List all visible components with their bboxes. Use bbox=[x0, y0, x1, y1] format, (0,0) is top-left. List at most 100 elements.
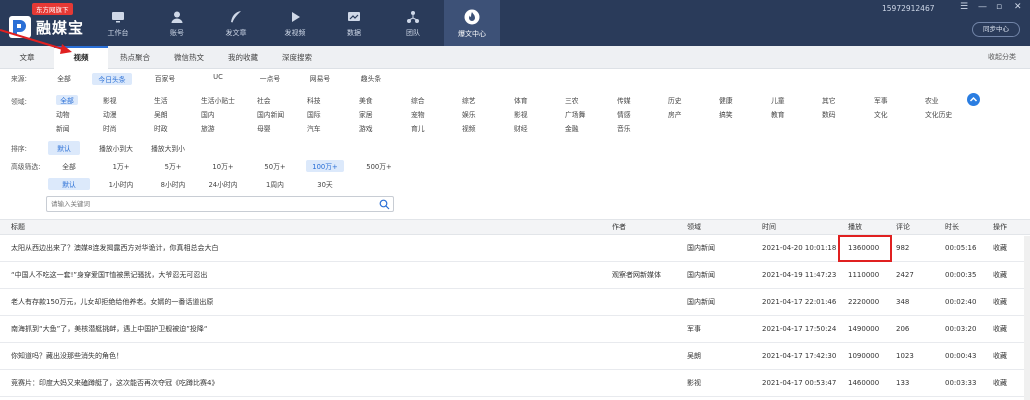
domain-option[interactable]: 动漫 bbox=[103, 109, 145, 119]
collapse-categories-button[interactable]: 收起分类 bbox=[988, 46, 1016, 69]
domain-option[interactable]: 影视 bbox=[103, 95, 145, 105]
table-row[interactable]: 你知道吗？藏出没那些消失的角色！ 吴朗 2021-04-17 17:42:30 109… bbox=[0, 343, 1030, 370]
nav-team[interactable]: 团队 bbox=[385, 0, 441, 46]
source-option[interactable]: 百家号 bbox=[150, 73, 180, 83]
col-author[interactable]: 作者 bbox=[612, 220, 626, 235]
row-title[interactable]: “中国人不吃这一套!”身穿爱国T恤被黑记骚扰，大爷忍无可忍出 bbox=[11, 262, 207, 288]
row-title[interactable]: 太阳从西边出来了？澳媒8连发揭露西方对华诡计，你真相总会大白 bbox=[11, 235, 218, 261]
scrollbar[interactable] bbox=[1024, 236, 1030, 400]
time-option[interactable]: 默认 bbox=[48, 178, 90, 190]
domain-option[interactable]: 生活 bbox=[154, 95, 196, 105]
favorite-button[interactable]: 收藏 bbox=[993, 262, 1007, 288]
col-comments[interactable]: 评论 bbox=[896, 220, 910, 235]
domain-option[interactable]: 吴朗 bbox=[154, 109, 196, 119]
domain-option[interactable]: 育儿 bbox=[411, 123, 453, 133]
favorite-button[interactable]: 收藏 bbox=[993, 370, 1007, 396]
domain-option[interactable]: 影视 bbox=[514, 109, 556, 119]
user-phone[interactable]: 15972912467 bbox=[882, 4, 935, 13]
domain-option[interactable]: 娱乐 bbox=[462, 109, 504, 119]
maximize-icon[interactable]: ▫ bbox=[996, 2, 1002, 12]
time-option[interactable]: 8小时内 bbox=[152, 178, 194, 190]
domain-option[interactable]: 国际 bbox=[307, 109, 349, 119]
row-title[interactable]: 南海抓到“大鱼”了，美核潜艇挑衅，遇上中国护卫舰被迫”投降“ bbox=[11, 316, 208, 342]
domain-option[interactable]: 农业 bbox=[925, 95, 967, 105]
domain-option[interactable]: 动物 bbox=[56, 109, 98, 119]
favorite-button[interactable]: 收藏 bbox=[993, 235, 1007, 261]
domain-option[interactable]: 游戏 bbox=[359, 123, 401, 133]
col-plays[interactable]: 播放 bbox=[848, 220, 862, 235]
tab-hot-aggregate[interactable]: 热点聚合 bbox=[108, 46, 162, 69]
domain-option[interactable]: 旅游 bbox=[201, 123, 243, 133]
close-icon[interactable]: ✕ bbox=[1014, 2, 1022, 12]
nav-workbench[interactable]: 工作台 bbox=[90, 0, 146, 46]
source-option[interactable]: 趣头条 bbox=[356, 73, 386, 83]
nav-publish-video[interactable]: 发视频 bbox=[267, 0, 323, 46]
source-option[interactable]: 网易号 bbox=[305, 73, 335, 83]
plays-option[interactable]: 10万+ bbox=[204, 160, 242, 172]
plays-option[interactable]: 50万+ bbox=[256, 160, 294, 172]
tab-deep-search[interactable]: 深度搜索 bbox=[270, 46, 324, 69]
domain-option[interactable]: 国内新闻 bbox=[257, 109, 299, 119]
minimize-icon[interactable]: — bbox=[978, 2, 987, 12]
nav-publish-article[interactable]: 发文章 bbox=[208, 0, 264, 46]
favorite-button[interactable]: 收藏 bbox=[993, 289, 1007, 315]
time-option[interactable]: 1小时内 bbox=[100, 178, 142, 190]
tab-video[interactable]: 视频 bbox=[54, 46, 108, 69]
favorite-button[interactable]: 收藏 bbox=[993, 316, 1007, 342]
nav-accounts[interactable]: 账号 bbox=[149, 0, 205, 46]
domain-option[interactable]: 教育 bbox=[771, 109, 813, 119]
domain-option[interactable]: 全部 bbox=[56, 95, 78, 105]
tab-article[interactable]: 文章 bbox=[0, 46, 54, 69]
table-row[interactable]: 竞赛片：印度大妈又来磕蹲艇了，这次能否再次夺冠《吃蹲比赛4》 影视 2021-04-… bbox=[0, 370, 1030, 397]
search-input[interactable] bbox=[51, 198, 371, 210]
domain-option[interactable]: 音乐 bbox=[617, 123, 659, 133]
tab-wechat-hot[interactable]: 微信热文 bbox=[162, 46, 216, 69]
domain-option[interactable]: 体育 bbox=[514, 95, 556, 105]
domain-option[interactable]: 综合 bbox=[411, 95, 453, 105]
table-row[interactable]: “中国人不吃这一套!”身穿爱国T恤被黑记骚扰，大爷忍无可忍出 观察者网新媒体 国内新… bbox=[0, 262, 1030, 289]
menu-icon[interactable]: ☰ bbox=[960, 2, 968, 12]
sort-option[interactable]: 默认 bbox=[48, 141, 80, 155]
source-option[interactable]: 一点号 bbox=[255, 73, 285, 83]
plays-option[interactable]: 1万+ bbox=[102, 160, 140, 172]
domain-option[interactable]: 科技 bbox=[307, 95, 349, 105]
table-row[interactable]: 老人有存款150万元，儿女却拒绝给他养老。女婿的一番话道出原 国内新闻 2021-0… bbox=[0, 289, 1030, 316]
domain-option[interactable]: 情感 bbox=[617, 109, 659, 119]
row-title[interactable]: 你知道吗？藏出没那些消失的角色！ bbox=[11, 343, 123, 369]
time-option[interactable]: 1周内 bbox=[254, 178, 296, 190]
domain-option[interactable]: 儿童 bbox=[771, 95, 813, 105]
domain-option[interactable]: 宠物 bbox=[411, 109, 453, 119]
domain-option[interactable]: 财经 bbox=[514, 123, 556, 133]
plays-option[interactable]: 5万+ bbox=[154, 160, 192, 172]
domain-option[interactable]: 美食 bbox=[359, 95, 401, 105]
domain-option[interactable]: 新闻 bbox=[56, 123, 98, 133]
domain-option[interactable]: 数码 bbox=[822, 109, 864, 119]
col-duration[interactable]: 时长 bbox=[945, 220, 959, 235]
domain-option[interactable]: 生活小贴士 bbox=[201, 95, 243, 105]
plays-option[interactable]: 500万+ bbox=[360, 160, 398, 172]
search-icon[interactable] bbox=[379, 199, 390, 210]
domain-option[interactable]: 军事 bbox=[874, 95, 916, 105]
domain-option[interactable]: 家居 bbox=[359, 109, 401, 119]
plays-option[interactable]: 100万+ bbox=[306, 160, 344, 172]
favorite-button[interactable]: 收藏 bbox=[993, 343, 1007, 369]
domain-option[interactable]: 房产 bbox=[668, 109, 710, 119]
domain-option[interactable]: 文化 bbox=[874, 109, 916, 119]
domain-option[interactable]: 母婴 bbox=[257, 123, 299, 133]
domain-option[interactable]: 搞笑 bbox=[719, 109, 761, 119]
domain-option[interactable]: 综艺 bbox=[462, 95, 504, 105]
domain-option[interactable]: 时尚 bbox=[103, 123, 145, 133]
sync-center-button[interactable]: 同步中心 bbox=[972, 22, 1020, 37]
domain-option[interactable]: 时政 bbox=[154, 123, 196, 133]
time-option[interactable]: 30天 bbox=[304, 178, 346, 190]
row-title[interactable]: 老人有存款150万元，儿女却拒绝给他养老。女婿的一番话道出原 bbox=[11, 289, 213, 315]
domain-option[interactable]: 国内 bbox=[201, 109, 243, 119]
domain-option[interactable]: 健康 bbox=[719, 95, 761, 105]
domain-option[interactable]: 广场舞 bbox=[565, 109, 607, 119]
plays-option[interactable]: 全部 bbox=[50, 160, 88, 172]
nav-hot-articles[interactable]: 爆文中心 bbox=[444, 0, 500, 46]
domain-option[interactable]: 传媒 bbox=[617, 95, 659, 105]
table-row[interactable]: 南海抓到“大鱼”了，美核潜艇挑衅，遇上中国护卫舰被迫”投降“ 军事 2021-04-… bbox=[0, 316, 1030, 343]
col-time[interactable]: 时间 bbox=[762, 220, 776, 235]
source-option[interactable]: 全部 bbox=[50, 73, 78, 83]
